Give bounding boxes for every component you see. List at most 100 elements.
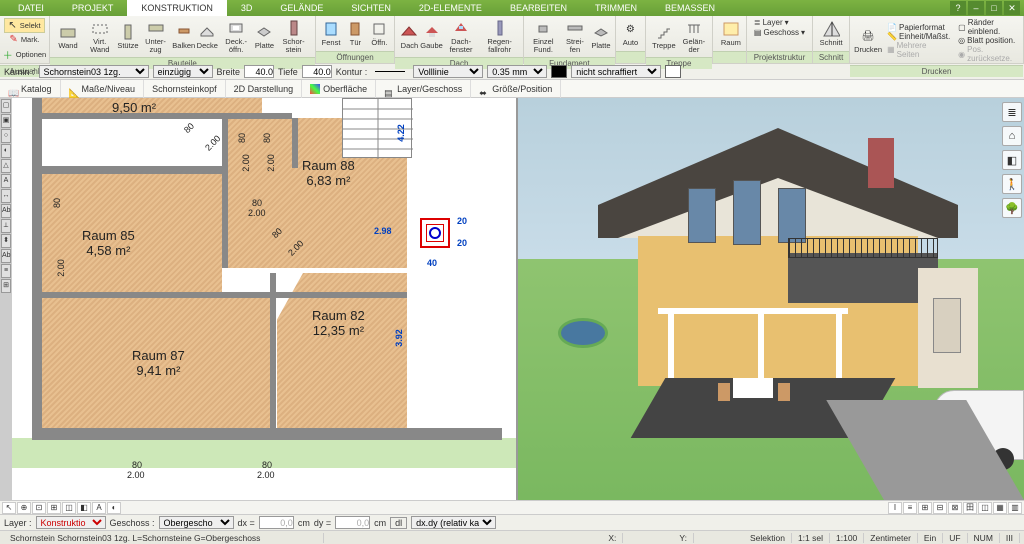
- mini-btn-r4[interactable]: ⊟: [933, 502, 947, 514]
- layer-select[interactable]: Konstruktio: [36, 516, 106, 529]
- mini-btn-r6[interactable]: 田: [963, 502, 977, 514]
- select-button[interactable]: ↖Selekt: [4, 18, 45, 33]
- thickness-select[interactable]: 0.35 mm: [487, 65, 547, 78]
- menu-2d[interactable]: 2D-ELEMENTE: [405, 0, 496, 16]
- hatch-select[interactable]: nicht schraffiert: [571, 65, 661, 78]
- view-walk-button[interactable]: 🚶: [1002, 174, 1022, 194]
- schornstein-button[interactable]: Schor-stein: [276, 18, 310, 55]
- strip-btn-1[interactable]: ▢: [1, 99, 11, 113]
- mini-btn-r9[interactable]: ▥: [1008, 502, 1022, 514]
- strip-btn-4[interactable]: ◐: [1, 144, 11, 158]
- strip-btn-9[interactable]: ⟂: [1, 219, 11, 233]
- mini-btn-3[interactable]: ⊡: [32, 502, 46, 514]
- mini-btn-7[interactable]: A: [92, 502, 106, 514]
- unterzug-button[interactable]: Unter-zug: [140, 18, 170, 55]
- 3d-view[interactable]: ≣ ⌂ ◧ 🚶 🌳: [516, 98, 1024, 500]
- linestyle-select[interactable]: Volllinie: [413, 65, 483, 78]
- einheit-button[interactable]: 📏Einheit/Maßst.: [884, 32, 953, 41]
- streifen-button[interactable]: Strei-fen: [561, 18, 589, 55]
- strip-btn-5[interactable]: △: [1, 159, 11, 173]
- menu-gelaende[interactable]: GELÄNDE: [266, 0, 337, 16]
- menu-sichten[interactable]: SICHTEN: [337, 0, 405, 16]
- dl-button[interactable]: dl: [390, 517, 407, 529]
- layergeschoss-button[interactable]: ▤Layer/Geschoss: [376, 80, 471, 98]
- strip-btn-7[interactable]: ↔: [1, 189, 11, 203]
- menu-projekt[interactable]: PROJEKT: [58, 0, 128, 16]
- gelaender-button[interactable]: Gelän-der: [680, 18, 708, 55]
- mini-btn-r8[interactable]: ▦: [993, 502, 1007, 514]
- mini-btn-r2[interactable]: ≡: [903, 502, 917, 514]
- menu-trimmen[interactable]: TRIMMEN: [581, 0, 651, 16]
- mehrere-button[interactable]: ▦Mehrere Seiten: [884, 41, 953, 59]
- fenster-button[interactable]: Fenst: [320, 19, 343, 48]
- view-tree-button[interactable]: 🌳: [1002, 198, 1022, 218]
- strip-btn-6[interactable]: A: [1, 174, 11, 188]
- menu-bearbeiten[interactable]: BEARBEITEN: [496, 0, 581, 16]
- close-button[interactable]: ✕: [1004, 1, 1020, 15]
- mini-btn-1[interactable]: ↖: [2, 502, 16, 514]
- breite-input[interactable]: [244, 65, 274, 78]
- katalog-button[interactable]: 📖Katalog: [0, 80, 61, 98]
- einzuegig-select[interactable]: einzügig: [153, 65, 213, 78]
- platte-button[interactable]: Platte: [254, 22, 274, 51]
- strip-btn-8[interactable]: Ab: [1, 204, 11, 218]
- einzelfund-button[interactable]: Einzel Fund.: [528, 18, 559, 55]
- masse-button[interactable]: 📐Maße/Niveau: [61, 80, 145, 98]
- geschoss-select[interactable]: Obergescho: [159, 516, 234, 529]
- auto-button[interactable]: ⚙Auto: [620, 19, 641, 48]
- layer-dropdown[interactable]: ≣Layer ▾: [751, 18, 792, 27]
- mini-btn-8[interactable]: ◐: [107, 502, 121, 514]
- regenrohr-button[interactable]: Regen-fallrohr: [481, 18, 519, 55]
- mini-btn-4[interactable]: ⊞: [47, 502, 61, 514]
- menu-bemassen[interactable]: BEMASSEN: [651, 0, 729, 16]
- raum-button[interactable]: Raum: [717, 19, 745, 48]
- dach-button[interactable]: Dach: [399, 22, 419, 51]
- blatt-button[interactable]: ◎Blatt position.: [955, 36, 1019, 45]
- mark-button[interactable]: ✎Mark.: [4, 33, 45, 46]
- fundplatte-button[interactable]: Platte: [591, 22, 611, 51]
- balken-button[interactable]: Balken: [173, 22, 195, 51]
- minimize-button[interactable]: –: [968, 1, 984, 15]
- stuetze-button[interactable]: Stütze: [118, 22, 139, 51]
- hatch-swatch[interactable]: [665, 65, 681, 78]
- mini-btn-6[interactable]: ◧: [77, 502, 91, 514]
- kamin-select[interactable]: Schornstein03 1zg.: [39, 65, 149, 78]
- oeffnung-button[interactable]: Öffn.: [368, 19, 390, 48]
- oberflaeche-button[interactable]: Oberfläche: [302, 80, 376, 98]
- pos-reset-button[interactable]: ◉Pos. zurücksetze.: [955, 45, 1019, 63]
- strip-btn-3[interactable]: ○: [1, 129, 11, 143]
- view-home-button[interactable]: ⌂: [1002, 126, 1022, 146]
- mini-btn-r3[interactable]: ⊞: [918, 502, 932, 514]
- dx-input[interactable]: [259, 516, 294, 529]
- strip-btn-12[interactable]: ≡: [1, 264, 11, 278]
- schornsteinkopf-button[interactable]: Schornsteinkopf: [144, 80, 226, 98]
- options-button[interactable]: ＋Optionen: [4, 46, 45, 63]
- mini-btn-r7[interactable]: ◫: [978, 502, 992, 514]
- groesse-button[interactable]: ⬌Größe/Position: [471, 80, 561, 98]
- gaube-button[interactable]: Gaube: [421, 22, 441, 51]
- decke-button[interactable]: Decke: [197, 22, 218, 51]
- deckoeffn-button[interactable]: Deck.-öffn.: [220, 18, 253, 55]
- tuer-button[interactable]: Tür: [344, 19, 366, 48]
- raender-button[interactable]: ▢Ränder einblend.: [955, 18, 1019, 36]
- maximize-button[interactable]: □: [986, 1, 1002, 15]
- strip-btn-10[interactable]: ⬍: [1, 234, 11, 248]
- color-swatch[interactable]: [551, 65, 567, 78]
- menu-konstruktion[interactable]: KONSTRUKTION: [127, 0, 227, 16]
- darstellung-button[interactable]: 2D Darstellung: [226, 80, 303, 98]
- plan-view[interactable]: 9,50 m² Raum 886,83 m² Raum 854,58 m² Ra…: [12, 98, 516, 500]
- view-layers-button[interactable]: ≣: [1002, 102, 1022, 122]
- menu-3d[interactable]: 3D: [227, 0, 267, 16]
- dxdy-select[interactable]: dx.dy (relativ ka: [411, 516, 496, 529]
- mini-btn-r5[interactable]: ⊠: [948, 502, 962, 514]
- dachfenster-button[interactable]: Dach-fenster: [444, 18, 479, 55]
- strip-btn-2[interactable]: ▣: [1, 114, 11, 128]
- mini-btn-5[interactable]: ◫: [62, 502, 76, 514]
- drucken-button[interactable]: 🖨Drucken: [854, 26, 882, 55]
- menu-datei[interactable]: DATEI: [4, 0, 58, 16]
- strip-btn-11[interactable]: Ab: [1, 249, 11, 263]
- papierformat-button[interactable]: 📄Papierformat: [884, 23, 953, 32]
- schnitt-button[interactable]: Schnitt: [817, 19, 845, 48]
- dy-input[interactable]: [335, 516, 370, 529]
- geschoss-dropdown[interactable]: ▤Geschoss ▾: [751, 28, 808, 37]
